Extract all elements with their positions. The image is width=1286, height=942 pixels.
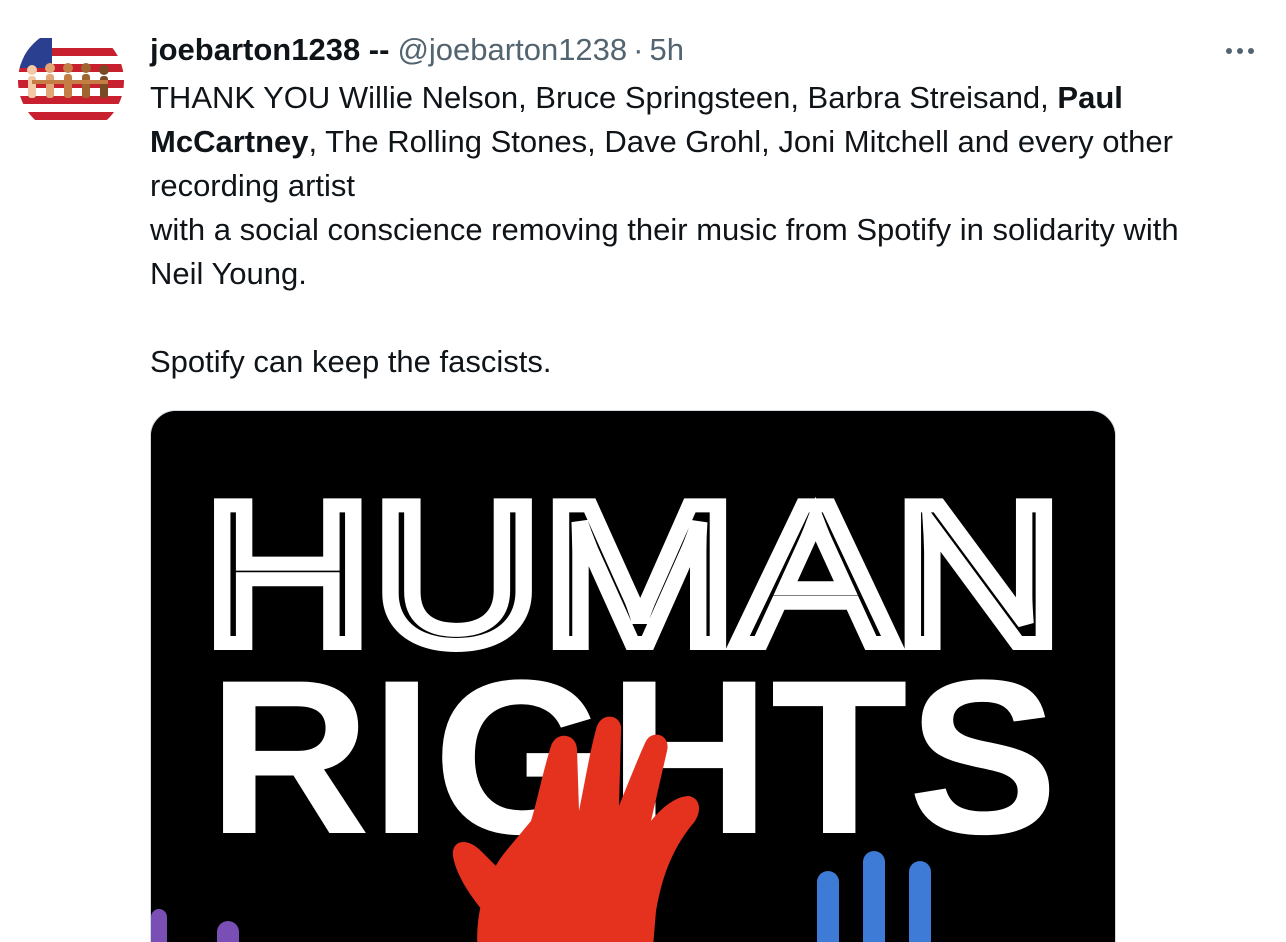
more-dot bbox=[1226, 48, 1232, 54]
more-dot bbox=[1237, 48, 1243, 54]
display-name[interactable]: joebarton1238 -- bbox=[150, 32, 389, 68]
more-dot bbox=[1248, 48, 1254, 54]
tweet-paragraph-2: with a social conscience removing their … bbox=[150, 212, 1179, 291]
tweet-media[interactable]: HUMAN RIGHTS bbox=[150, 410, 1116, 942]
user-handle[interactable]: @joebarton1238 bbox=[397, 32, 627, 68]
media-image: HUMAN RIGHTS bbox=[151, 411, 1115, 942]
tweet-paragraph-1: THANK YOU Willie Nelson, Bruce Springste… bbox=[150, 76, 1240, 208]
tweet-text: THANK YOU Willie Nelson, Bruce Springste… bbox=[150, 76, 1240, 384]
avatar-image bbox=[18, 28, 124, 134]
tweet[interactable]: joebarton1238 -- @joebarton1238 · 5h THA… bbox=[0, 0, 1286, 942]
timestamp[interactable]: 5h bbox=[649, 32, 683, 68]
tweet-paragraph-3: Spotify can keep the fascists. bbox=[150, 344, 552, 379]
more-horizontal-icon[interactable] bbox=[1220, 34, 1260, 68]
tweet-header: joebarton1238 -- @joebarton1238 · 5h bbox=[150, 28, 684, 72]
avatar[interactable] bbox=[18, 28, 124, 134]
tweet-text-part: THANK YOU Willie Nelson, Bruce Springste… bbox=[150, 80, 1058, 115]
separator-dot: · bbox=[633, 32, 644, 67]
